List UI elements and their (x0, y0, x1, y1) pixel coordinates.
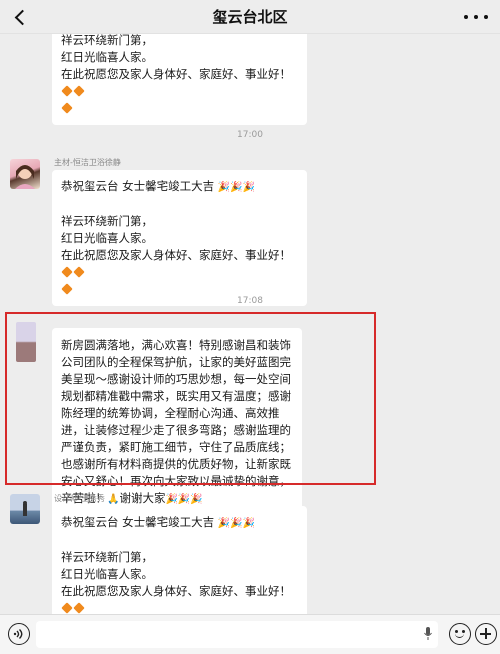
chevron-left-icon[interactable] (10, 7, 30, 27)
party-popper-icon: 🎉🎉🎉 (217, 518, 256, 529)
message-text: 新房圆满落地，满心欢喜！特别感谢昌和装饰公司团队的全程保驾护航，让家的美好蓝图完… (61, 338, 291, 505)
input-bar (0, 614, 500, 654)
orange-diamond-icon (61, 102, 73, 114)
orange-diamond-icon (73, 602, 85, 614)
orange-diamond-icon (61, 602, 73, 614)
message-line (61, 100, 298, 117)
orange-diamond-icon (73, 85, 85, 97)
orange-diamond-icon (61, 266, 73, 278)
message-bubble[interactable]: 恭祝玺云台 女士馨宅竣工大吉 🎉🎉🎉 祥云环绕新门第， 红日光临喜人家。 在此祝… (52, 506, 307, 614)
message-line: 祥云环绕新门第， (61, 34, 153, 47)
message-bubble[interactable]: 祥云环绕新门第， 红日光临喜人家。 在此祝愿您及家人身体好、家庭好、事业好！ (52, 34, 307, 125)
avatar[interactable] (10, 494, 40, 524)
message-bubble[interactable]: 新房圆满落地，满心欢喜！特别感谢昌和装饰公司团队的全程保驾护航，让家的美好蓝图完… (52, 328, 302, 517)
orange-diamond-icon (61, 85, 73, 97)
message-line: 恭祝玺云台 女士馨宅竣工大吉 🎉🎉🎉 (61, 515, 256, 529)
message-line: 红日光临喜人家。 (61, 231, 153, 245)
timestamp: 17:00 (237, 130, 263, 140)
folded-hands-icon: 🙏 (107, 494, 120, 505)
message-line: 红日光临喜人家。 (61, 567, 153, 581)
message-input[interactable] (36, 621, 438, 648)
party-popper-icon: 🎉🎉🎉 (217, 182, 256, 193)
message-line: 恭祝玺云台 女士馨宅竣工大吉 🎉🎉🎉 (61, 179, 256, 193)
message-line (61, 532, 298, 549)
sender-name: 主材-恒洁卫浴徐静 (54, 158, 121, 167)
sender-name: 设计师-王秀秀 (54, 494, 105, 503)
party-popper-icon: 🎉🎉🎉 (165, 494, 203, 505)
voice-icon[interactable] (8, 623, 30, 645)
orange-diamond-icon (73, 266, 85, 278)
message-line: 在此祝愿您及家人身体好、家庭好、事业好！ (61, 583, 298, 614)
message-line (61, 196, 298, 213)
message-line: 在此祝愿您及家人身体好、家庭好、事业好！ (61, 247, 298, 281)
message-line: 在此祝愿您及家人身体好、家庭好、事业好！ (61, 66, 298, 100)
top-bar: 玺云台北区 (0, 0, 500, 34)
chat-title: 玺云台北区 (212, 8, 288, 26)
message-line: 祥云环绕新门第， (61, 214, 153, 228)
message-line: 祥云环绕新门第， (61, 550, 153, 564)
mic-icon[interactable] (424, 627, 432, 641)
more-dots-icon[interactable] (464, 8, 488, 26)
emoji-icon[interactable] (449, 623, 471, 645)
avatar[interactable] (10, 159, 40, 189)
orange-diamond-icon (61, 283, 73, 295)
message-line: 红日光临喜人家。 (61, 50, 153, 64)
timestamp: 17:08 (237, 296, 263, 306)
avatar[interactable] (16, 322, 36, 362)
chat-area[interactable]: 祥云环绕新门第， 红日光临喜人家。 在此祝愿您及家人身体好、家庭好、事业好！ 1… (0, 34, 500, 614)
message-bubble[interactable]: 恭祝玺云台 女士馨宅竣工大吉 🎉🎉🎉 祥云环绕新门第， 红日光临喜人家。 在此祝… (52, 170, 307, 306)
plus-icon[interactable] (475, 623, 497, 645)
